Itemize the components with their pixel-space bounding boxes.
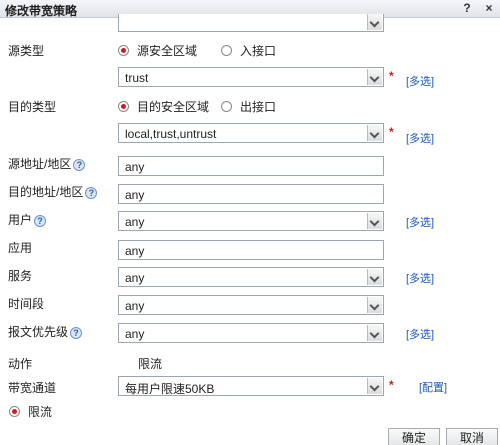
inbound-interface-radio[interactable]: 入接口 [221, 42, 276, 59]
dest-zone-multi-link[interactable]: [多选] [406, 130, 434, 146]
user-label: 用户? [8, 211, 47, 228]
radio-selected-icon[interactable] [118, 101, 129, 112]
radio-selected-icon[interactable] [9, 406, 20, 417]
chevron-down-icon[interactable] [367, 269, 382, 285]
channel-select[interactable]: 每用户限速50KB [118, 376, 384, 396]
radio-selected-icon[interactable] [118, 45, 129, 56]
radio-unselected-icon[interactable] [221, 101, 232, 112]
inbound-interface-radio-label: 入接口 [240, 44, 277, 58]
time-range-select[interactable]: any [118, 295, 384, 315]
required-mark: * [389, 69, 394, 83]
chevron-down-icon[interactable] [367, 325, 382, 341]
help-icon[interactable]: ? [70, 326, 83, 339]
action-value: 限流 [138, 357, 163, 371]
help-icon[interactable]: ? [73, 158, 86, 171]
priority-value: any [125, 327, 145, 341]
outbound-interface-radio[interactable]: 出接口 [221, 98, 276, 115]
dialog-title: 修改带宽策略 [5, 4, 78, 18]
dest-address-field[interactable]: any [118, 184, 384, 204]
service-select[interactable]: any [118, 267, 384, 287]
source-address-field[interactable]: any [118, 156, 384, 176]
channel-config-link[interactable]: [配置] [419, 379, 447, 395]
user-multi-link[interactable]: [多选] [406, 214, 434, 230]
application-label: 应用 [8, 241, 33, 255]
dest-zone-radio[interactable]: 目的安全区域 [118, 98, 209, 115]
channel-label: 带宽通道 [8, 381, 57, 395]
dest-zone-radio-label: 目的安全区域 [137, 100, 210, 114]
source-address-label-text: 源地址/地区 [8, 157, 72, 171]
dest-address-label-text: 目的地址/地区 [8, 185, 84, 199]
dest-zone-value: local,trust,untrust [125, 127, 217, 141]
ok-button[interactable]: 确定 [388, 428, 440, 445]
chevron-down-icon[interactable] [367, 125, 382, 141]
dest-zone-select[interactable]: local,trust,untrust [118, 123, 384, 143]
priority-label-text: 报文优先级 [8, 325, 69, 339]
chevron-down-icon[interactable] [367, 378, 382, 394]
dest-address-label: 目的地址/地区? [8, 183, 98, 200]
user-value: any [125, 215, 145, 229]
required-mark: * [389, 378, 394, 392]
channel-value: 每用户限速50KB [125, 382, 215, 396]
outbound-interface-radio-label: 出接口 [240, 100, 277, 114]
service-label: 服务 [8, 269, 33, 283]
help-icon[interactable]: ? [460, 1, 474, 15]
source-zone-select[interactable]: trust [118, 67, 384, 87]
close-icon[interactable]: × [482, 1, 496, 15]
source-zone-radio[interactable]: 源安全区域 [118, 42, 197, 59]
time-range-value: any [125, 299, 145, 313]
priority-label: 报文优先级? [8, 323, 83, 340]
service-value: any [125, 271, 145, 285]
action-label: 动作 [8, 357, 33, 371]
source-zone-value: trust [125, 71, 149, 85]
chevron-down-icon[interactable] [367, 69, 382, 85]
priority-multi-link[interactable]: [多选] [406, 326, 434, 342]
user-label-text: 用户 [8, 213, 33, 227]
user-select[interactable]: any [118, 211, 384, 231]
cancel-button[interactable]: 取消 [446, 428, 498, 445]
source-address-label: 源地址/地区? [8, 155, 86, 172]
radio-unselected-icon[interactable] [221, 45, 232, 56]
dest-type-label: 目的类型 [8, 100, 57, 114]
source-type-label: 源类型 [8, 44, 45, 58]
chevron-down-icon[interactable] [367, 297, 382, 313]
source-zone-multi-link[interactable]: [多选] [406, 73, 434, 89]
chevron-down-icon[interactable] [367, 14, 382, 30]
application-field[interactable]: any [118, 240, 384, 260]
service-multi-link[interactable]: [多选] [406, 270, 434, 286]
help-icon[interactable]: ? [34, 214, 47, 227]
top-select-cutoff[interactable] [118, 14, 384, 32]
priority-select[interactable]: any [118, 323, 384, 343]
time-range-label: 时间段 [8, 297, 45, 311]
limit-radio[interactable]: 限流 [9, 403, 52, 420]
chevron-down-icon[interactable] [367, 213, 382, 229]
source-zone-radio-label: 源安全区域 [137, 44, 198, 58]
limit-radio-label: 限流 [28, 405, 53, 419]
required-mark: * [389, 125, 394, 139]
help-icon[interactable]: ? [85, 186, 98, 199]
